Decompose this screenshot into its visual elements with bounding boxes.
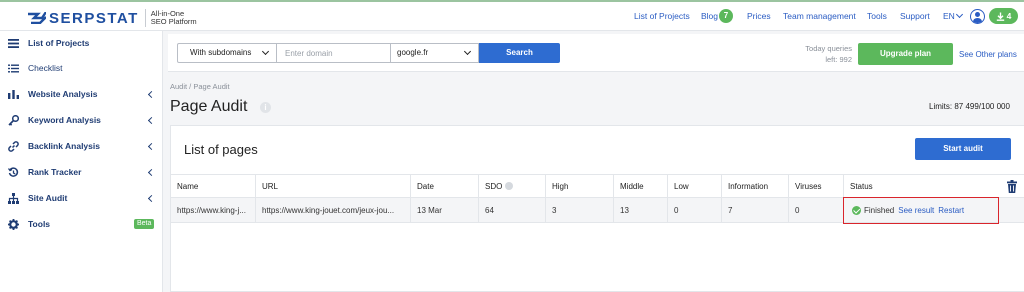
chevron-left-icon bbox=[147, 168, 156, 176]
column-header-viruses[interactable]: Viruses bbox=[788, 175, 843, 197]
breadcrumb[interactable]: Audit / Page Audit bbox=[170, 82, 230, 91]
column-header-information[interactable]: Information bbox=[721, 175, 788, 197]
sitemap-icon bbox=[8, 192, 19, 204]
downloads-button[interactable]: 4 bbox=[989, 8, 1018, 24]
see-other-plans-link[interactable]: See Other plans bbox=[959, 50, 1017, 59]
column-header-name[interactable]: Name bbox=[171, 175, 255, 197]
sidebar: List of Projects Checklist Website Analy… bbox=[0, 31, 163, 292]
sidebar-item-keyword-analysis[interactable]: Keyword Analysis bbox=[0, 110, 163, 130]
chevron-left-icon bbox=[147, 194, 156, 202]
table-header: Name URL Date SDO High Middle Low Inform… bbox=[171, 174, 1024, 198]
top-nav: List of Projects Blog Prices Team manage… bbox=[0, 11, 1024, 25]
start-audit-button[interactable]: Start audit bbox=[915, 138, 1011, 160]
sdo-label: SDO bbox=[485, 181, 503, 191]
language-selector[interactable]: EN bbox=[943, 11, 955, 21]
info-icon[interactable] bbox=[505, 182, 514, 190]
column-header-high[interactable]: High bbox=[545, 175, 613, 197]
queries-label: Today queries bbox=[805, 44, 852, 53]
row-url: https://www.king-jouet.com/jeux-jou... bbox=[255, 198, 410, 222]
nav-tools[interactable]: Tools bbox=[867, 11, 887, 21]
sidebar-item-label: Rank Tracker bbox=[28, 167, 82, 177]
chevron-left-icon bbox=[147, 90, 156, 98]
sidebar-item-label: Keyword Analysis bbox=[28, 115, 101, 125]
subdomain-select-value: With subdomains bbox=[190, 48, 252, 57]
downloads-count: 4 bbox=[1006, 11, 1012, 21]
sidebar-item-label: Checklist bbox=[28, 63, 63, 73]
pages-panel: List of pages Start audit Name URL Date … bbox=[170, 125, 1024, 292]
limits-text: Limits: 87 499/100 000 bbox=[929, 102, 1010, 111]
sidebar-item-rank-tracker[interactable]: Rank Tracker bbox=[0, 162, 163, 182]
nav-list-of-projects[interactable]: List of Projects bbox=[634, 11, 690, 21]
chevron-left-icon bbox=[147, 142, 156, 150]
row-low: 0 bbox=[667, 198, 721, 222]
row-high: 3 bbox=[545, 198, 613, 222]
column-header-low[interactable]: Low bbox=[667, 175, 721, 197]
blog-count-badge: 7 bbox=[719, 9, 733, 23]
panel-title: List of pages bbox=[184, 142, 258, 157]
column-header-middle[interactable]: Middle bbox=[613, 175, 667, 197]
sidebar-item-checklist[interactable]: Checklist bbox=[0, 58, 163, 78]
download-icon bbox=[996, 12, 1004, 21]
upgrade-plan-button[interactable]: Upgrade plan bbox=[858, 43, 953, 65]
column-header-url[interactable]: URL bbox=[255, 175, 410, 197]
nav-blog[interactable]: Blog bbox=[701, 11, 718, 21]
domain-input[interactable] bbox=[277, 43, 391, 63]
gear-icon bbox=[8, 218, 19, 230]
sidebar-item-site-audit[interactable]: Site Audit bbox=[0, 188, 163, 208]
status-highlight-box bbox=[843, 197, 999, 224]
sidebar-item-tools[interactable]: Tools Beta bbox=[0, 214, 163, 234]
menu-icon bbox=[8, 38, 19, 49]
sidebar-item-label: Tools bbox=[28, 219, 51, 229]
sidebar-item-label: Backlink Analysis bbox=[28, 141, 100, 151]
row-date: 13 Mar bbox=[410, 198, 478, 222]
top-bar: SERPSTAT All-in-One SEO Platform List of… bbox=[0, 0, 1024, 31]
page-title: Page Audit bbox=[170, 98, 248, 115]
beta-badge: Beta bbox=[134, 219, 155, 229]
nav-team-management[interactable]: Team management bbox=[783, 11, 856, 21]
database-select[interactable]: google.fr bbox=[390, 43, 479, 63]
search-button[interactable]: Search bbox=[479, 43, 560, 63]
row-viruses: 0 bbox=[788, 198, 843, 222]
info-icon[interactable]: i bbox=[260, 102, 271, 113]
database-select-value: google.fr bbox=[397, 48, 429, 57]
search-bar: With subdomains google.fr Search Today q… bbox=[168, 34, 1024, 72]
sidebar-item-label: List of Projects bbox=[28, 38, 90, 48]
link-icon bbox=[8, 140, 19, 152]
column-header-date[interactable]: Date bbox=[410, 175, 478, 197]
key-icon bbox=[8, 114, 19, 126]
chevron-down-icon bbox=[261, 47, 270, 56]
sidebar-item-label: Site Audit bbox=[28, 193, 68, 203]
nav-prices[interactable]: Prices bbox=[747, 11, 771, 21]
nav-support[interactable]: Support bbox=[900, 11, 930, 21]
chevron-down-icon bbox=[463, 47, 472, 56]
sidebar-item-website-analysis[interactable]: Website Analysis bbox=[0, 84, 163, 104]
column-header-sdo[interactable]: SDO bbox=[478, 175, 545, 197]
sidebar-item-label: Website Analysis bbox=[28, 89, 98, 99]
list-icon bbox=[8, 63, 19, 74]
history-icon bbox=[8, 166, 19, 178]
analytics-icon bbox=[8, 89, 19, 100]
subdomain-select[interactable]: With subdomains bbox=[177, 43, 277, 63]
trash-icon[interactable] bbox=[1007, 180, 1017, 193]
sidebar-item-list-of-projects[interactable]: List of Projects bbox=[0, 33, 163, 53]
row-sdo: 64 bbox=[478, 198, 545, 222]
row-middle: 13 bbox=[613, 198, 667, 222]
row-name-link[interactable]: https://www.king-j... bbox=[171, 198, 255, 222]
chevron-left-icon bbox=[147, 116, 156, 124]
queries-remaining: Today queries left: 992 bbox=[798, 43, 852, 65]
column-header-status[interactable]: Status bbox=[843, 175, 1024, 197]
sidebar-item-backlink-analysis[interactable]: Backlink Analysis bbox=[0, 136, 163, 156]
row-information: 7 bbox=[721, 198, 788, 222]
queries-left: left: 992 bbox=[825, 55, 852, 64]
user-avatar-icon[interactable] bbox=[970, 9, 985, 24]
